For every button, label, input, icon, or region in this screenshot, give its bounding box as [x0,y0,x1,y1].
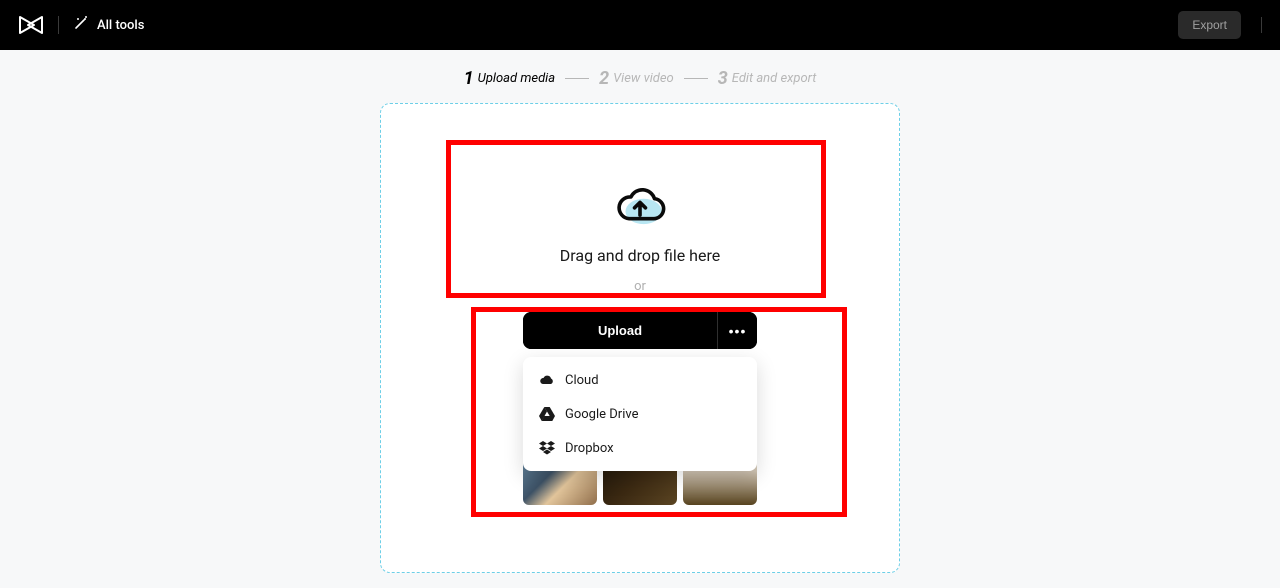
step-number: 2 [599,68,609,89]
dropdown-item-cloud[interactable]: Cloud [523,363,757,397]
drop-text: Drag and drop file here [381,246,899,265]
step-upload-media: 1 Upload media [464,68,556,89]
header-left: All tools [18,14,144,36]
export-button[interactable]: Export [1178,11,1241,39]
step-view-video: 2 View video [599,68,674,89]
google-drive-icon [539,406,555,422]
dropbox-icon [539,440,555,456]
step-divider [565,78,589,79]
divider [1261,17,1262,33]
app-header: All tools Export [0,0,1280,50]
dropdown-item-dropbox[interactable]: Dropbox [523,431,757,465]
step-number: 1 [464,68,474,89]
wand-icon [73,15,89,35]
step-label: Edit and export [732,71,817,86]
upload-dropzone[interactable]: Drag and drop file here or Upload ••• Cl… [380,103,900,573]
step-label: View video [613,71,674,86]
or-text: or [381,279,899,294]
header-right: Export [1178,11,1262,39]
step-number: 3 [718,68,728,89]
upload-button-group: Upload ••• [523,312,757,349]
upload-source-dropdown: Cloud Google Drive Dropbox [523,357,757,471]
all-tools-button[interactable]: All tools [73,15,144,35]
dropdown-item-google-drive[interactable]: Google Drive [523,397,757,431]
dropdown-label: Cloud [565,373,599,388]
dropdown-label: Google Drive [565,407,638,422]
app-logo-icon[interactable] [18,14,44,36]
dropdown-label: Dropbox [565,441,614,456]
cloud-icon [539,372,555,388]
step-divider [684,78,708,79]
step-edit-export: 3 Edit and export [718,68,817,89]
cloud-upload-icon [611,184,669,228]
divider [58,16,59,34]
upload-more-button[interactable]: ••• [717,312,757,349]
progress-steps: 1 Upload media 2 View video 3 Edit and e… [0,50,1280,103]
upload-button[interactable]: Upload [523,312,717,349]
step-label: Upload media [478,71,555,86]
all-tools-label: All tools [97,18,144,33]
drop-area: Drag and drop file here or Upload ••• Cl… [381,184,899,505]
